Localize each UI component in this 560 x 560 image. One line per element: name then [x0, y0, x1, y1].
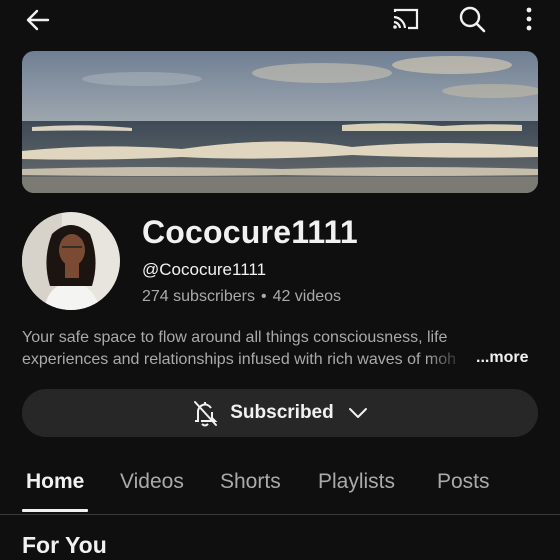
- cast-icon[interactable]: [391, 6, 421, 32]
- tab-playlists[interactable]: Playlists: [318, 470, 395, 494]
- channel-banner: [22, 51, 538, 193]
- stats-separator: •: [260, 288, 267, 305]
- tab-posts[interactable]: Posts: [437, 470, 490, 494]
- banner-image: [22, 51, 538, 193]
- chevron-down-icon: [348, 408, 367, 418]
- active-tab-indicator: [22, 509, 88, 512]
- channel-tabs: Home Videos Shorts Playlists Posts: [0, 462, 560, 514]
- search-icon[interactable]: [458, 5, 486, 33]
- bell-off-icon: [194, 401, 218, 427]
- more-vertical-icon[interactable]: [522, 6, 536, 32]
- tab-videos[interactable]: Videos: [120, 470, 184, 494]
- subscribed-button[interactable]: Subscribed: [22, 389, 538, 437]
- description-fade: [426, 349, 466, 371]
- avatar-image: [22, 212, 120, 310]
- section-title: For You: [22, 532, 107, 558]
- subscriber-count: 274 subscribers: [142, 288, 255, 305]
- video-count: 42 videos: [272, 288, 342, 305]
- description-line-1: Your safe space to flow around all thing…: [22, 329, 448, 346]
- channel-handle: @Cococure1111: [142, 260, 267, 279]
- tabs-divider: [0, 514, 560, 515]
- description-line-2-text: experiences and relationships infused wi…: [22, 351, 457, 368]
- description-line-2: experiences and relationships infused wi…: [22, 349, 466, 371]
- more-link[interactable]: ...more: [476, 349, 528, 367]
- tab-shorts[interactable]: Shorts: [220, 470, 281, 494]
- arrow-left-icon[interactable]: [24, 6, 52, 34]
- channel-description[interactable]: Your safe space to flow around all thing…: [22, 327, 538, 371]
- avatar[interactable]: [22, 212, 120, 310]
- tab-home[interactable]: Home: [26, 470, 84, 494]
- subscribed-label: Subscribed: [230, 402, 334, 423]
- top-bar: [0, 0, 560, 40]
- channel-name: Cococure1111: [142, 214, 358, 250]
- channel-stats: 274 subscribers • 42 videos: [142, 288, 341, 306]
